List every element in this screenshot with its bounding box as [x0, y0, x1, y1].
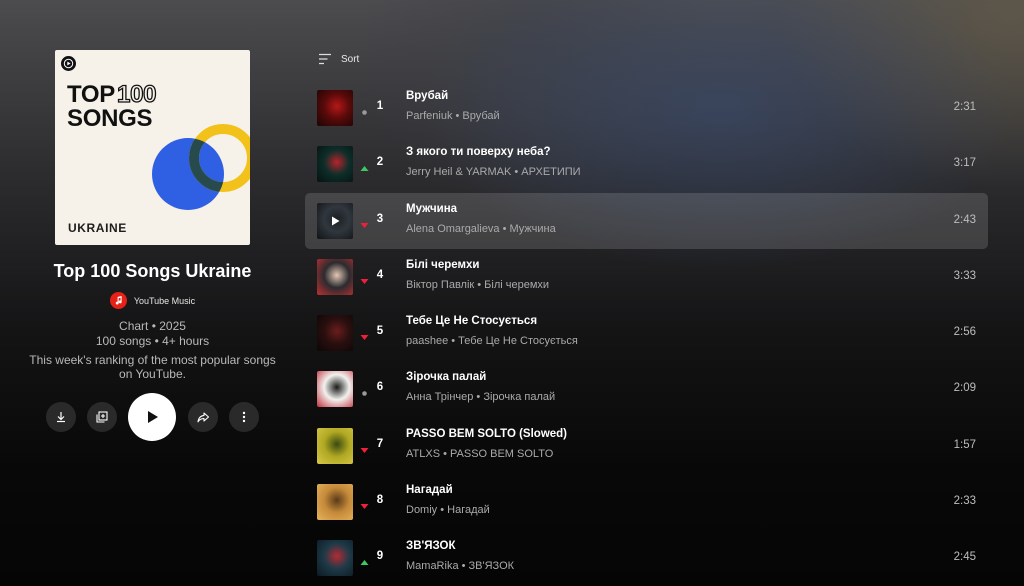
trend-same-icon — [360, 104, 369, 115]
track-artist-album[interactable]: Parfeniuk • Врубай — [406, 110, 500, 122]
page: TOP100 SONGS UKRAINE Top 100 Songs Ukrai… — [0, 0, 1024, 586]
owner-name: YouTube Music — [133, 295, 196, 306]
sort-label: Sort — [341, 53, 360, 65]
track-thumbnail[interactable] — [317, 427, 353, 464]
track-artist-album[interactable]: Alena Omargalieva • Мужчина — [406, 223, 556, 235]
track-row[interactable]: 9 ЗВ'ЯЗОК MamaRika • ЗВ'ЯЗОК 2:45 — [305, 530, 988, 586]
track-row[interactable]: 2 З якого ти поверху неба? Jerry Heil & YA… — [305, 136, 988, 192]
youtube-music-logo-icon — [61, 56, 76, 71]
track-thumbnail[interactable] — [317, 202, 353, 239]
track-rank: 6 — [376, 381, 384, 394]
track-row[interactable]: 4 Білі черемхи Віктор Павлік • Білі черемх… — [305, 249, 988, 305]
track-rank: 4 — [376, 268, 384, 281]
track-thumbnail[interactable] — [317, 90, 353, 126]
track-rank: 7 — [376, 437, 384, 450]
track-duration: 2:56 — [953, 326, 976, 339]
track-duration: 2:45 — [953, 551, 976, 564]
track-thumbnail[interactable] — [317, 258, 353, 295]
track-thumbnail[interactable] — [317, 484, 353, 521]
trend-down-icon — [360, 217, 369, 228]
track-rank: 2 — [376, 156, 384, 169]
track-row[interactable]: 6 Зірочка палай Анна Трінчер • Зірочка пал… — [305, 361, 988, 417]
playlist-owner[interactable]: YouTube Music — [0, 292, 305, 309]
track-title[interactable]: Зірочка палай — [406, 371, 486, 383]
track-artist-album[interactable]: ATLXS • PASSO BEM SOLTO — [406, 448, 553, 460]
thumbnail-play-icon[interactable] — [317, 202, 353, 239]
track-duration: 2:09 — [953, 382, 976, 395]
track-title[interactable]: ЗВ'ЯЗОК — [406, 540, 456, 552]
download-icon — [57, 412, 65, 423]
cover-circles-graphic — [152, 124, 250, 210]
playlist-title: Top 100 Songs Ukraine — [53, 261, 252, 281]
track-thumbnail[interactable] — [317, 146, 353, 183]
play-icon — [148, 411, 158, 423]
trend-up-icon — [360, 554, 369, 566]
track-duration: 3:33 — [953, 269, 976, 282]
trend-same-icon — [360, 385, 369, 397]
more-button[interactable] — [229, 402, 259, 432]
save-to-library-button[interactable] — [87, 402, 117, 432]
track-list: 1 Врубай Parfeniuk • Врубай 2:31 2 З якого ти… — [305, 80, 988, 586]
track-title[interactable]: Нагадай — [406, 484, 453, 496]
playlist-panel: TOP100 SONGS UKRAINE Top 100 Songs Ukrai… — [0, 0, 305, 586]
track-row[interactable]: 5 Тебе Це Не Стосується paashee • Тебе Це … — [305, 305, 988, 361]
track-row[interactable]: 8 Нагадай Domiy • Нагадай 2:33 — [305, 474, 988, 530]
track-title[interactable]: Тебе Це Не Стосується — [406, 315, 537, 327]
track-artist-album[interactable]: Віктор Павлік • Білі черемхи — [406, 279, 549, 291]
track-thumbnail[interactable] — [317, 371, 353, 408]
cover-title-top: TOP — [67, 81, 116, 108]
sort-icon — [319, 53, 331, 65]
trend-down-icon — [360, 442, 369, 453]
track-title[interactable]: Врубай — [406, 90, 448, 102]
track-title[interactable]: PASSO BEM SOLTO (Slowed) — [406, 428, 567, 440]
track-duration: 2:31 — [953, 101, 976, 113]
track-title[interactable]: Білі черемхи — [406, 259, 479, 271]
track-artist-album[interactable]: paashee • Тебе Це Не Стосується — [406, 335, 578, 347]
more-vert-icon — [242, 411, 246, 423]
cover-country: UKRAINE — [68, 221, 127, 235]
playlist-description: This week's ranking of the most popular … — [29, 353, 276, 381]
track-row[interactable]: 7 PASSO BEM SOLTO (Slowed) ATLXS • PASSO B… — [305, 418, 988, 474]
play-button[interactable] — [128, 393, 176, 441]
track-thumbnail[interactable] — [317, 540, 353, 577]
track-rank: 5 — [376, 325, 384, 338]
trend-down-icon — [360, 273, 369, 284]
track-duration: 1:57 — [953, 438, 976, 451]
track-artist-album[interactable]: Domiy • Нагадай — [406, 504, 490, 516]
track-rank: 9 — [376, 550, 384, 563]
track-row[interactable]: 1 Врубай Parfeniuk • Врубай 2:31 — [305, 80, 988, 136]
track-duration: 2:43 — [953, 213, 976, 226]
track-rank: 8 — [376, 494, 384, 507]
track-thumbnail[interactable] — [317, 315, 353, 352]
sort-button[interactable]: Sort — [318, 51, 359, 67]
playlist-type-year: Chart • 2025 — [119, 319, 186, 333]
playlist-actions — [0, 393, 305, 441]
library-add-icon — [96, 411, 108, 423]
share-icon — [197, 412, 210, 423]
track-rank: 1 — [376, 100, 384, 112]
track-artist-album[interactable]: MamaRika • ЗВ'ЯЗОК — [406, 560, 514, 572]
track-rank: 3 — [376, 212, 384, 225]
trend-down-icon — [360, 498, 369, 510]
track-duration: 3:17 — [953, 157, 976, 170]
trend-up-icon — [360, 160, 369, 172]
track-artist-album[interactable]: Анна Трінчер • Зірочка палай — [406, 391, 555, 403]
track-duration: 2:33 — [953, 495, 976, 508]
track-title[interactable]: Мужчина — [406, 203, 457, 215]
playlist-cover[interactable]: TOP100 SONGS UKRAINE — [55, 50, 250, 245]
share-button[interactable] — [188, 402, 218, 432]
playlist-song-count: 100 songs • 4+ hours — [95, 334, 210, 348]
youtube-music-icon — [109, 292, 127, 309]
track-row[interactable]: 3 Мужчина Alena Omargalieva • Мужчина 2:43 — [305, 192, 988, 249]
cover-title-100: 100 — [116, 81, 157, 108]
trend-down-icon — [360, 329, 369, 341]
track-title[interactable]: З якого ти поверху неба? — [406, 146, 551, 158]
download-button[interactable] — [46, 402, 76, 432]
track-artist-album[interactable]: Jerry Heil & YARMAK • АРХЕТИПИ — [406, 166, 581, 178]
